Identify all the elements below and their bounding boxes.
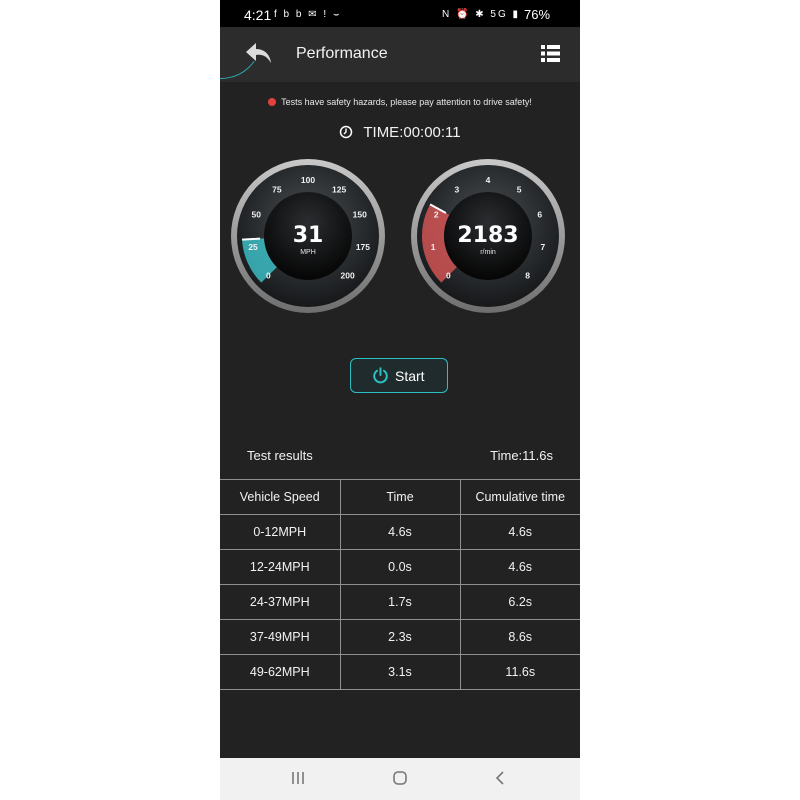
start-button[interactable]: Start bbox=[350, 358, 448, 393]
cell-cumulative: 4.6s bbox=[459, 514, 580, 550]
page-title: Performance bbox=[296, 45, 388, 62]
cell-time: 4.6s bbox=[339, 514, 461, 550]
back-arrow-icon bbox=[246, 43, 271, 63]
app-bar: Performance bbox=[220, 0, 580, 86]
results-title: Test results bbox=[247, 448, 313, 463]
table-row: 37-49MPH 2.3s 8.6s bbox=[220, 619, 580, 655]
cell-cumulative: 8.6s bbox=[459, 619, 580, 655]
cell-speed: 49-62MPH bbox=[220, 654, 341, 690]
cell-speed: 24-37MPH bbox=[220, 584, 341, 620]
cell-speed: 0-12MPH bbox=[220, 514, 341, 550]
cell-time: 0.0s bbox=[339, 549, 461, 585]
column-header-time: Time bbox=[339, 479, 461, 515]
cell-time: 1.7s bbox=[339, 584, 461, 620]
column-header-speed: Vehicle Speed bbox=[220, 479, 341, 515]
gauge-tick-label: 4 bbox=[486, 175, 491, 185]
notification-icons: f b b ✉ ! ⌣ bbox=[274, 9, 342, 20]
menu-button[interactable] bbox=[541, 44, 560, 63]
speed-gauge: 0 25 50 75 100 125 150 175 200 31 MPH bbox=[230, 158, 386, 314]
results-table: Vehicle Speed Time Cumulative time 0-12M… bbox=[220, 479, 580, 690]
gauge-dial: 0 25 50 75 100 125 150 175 200 31MPH bbox=[231, 159, 385, 313]
warning-text: Tests have safety hazards, please pay at… bbox=[281, 97, 532, 107]
timer-text: TIME:00:00:11 bbox=[363, 124, 461, 141]
table-row: 24-37MPH 1.7s 6.2s bbox=[220, 584, 580, 620]
gauge-needle bbox=[242, 237, 261, 241]
safety-warning: Tests have safety hazards, please pay at… bbox=[220, 97, 580, 107]
table-row: 49-62MPH 3.1s 11.6s bbox=[220, 654, 580, 690]
gauge-dial: 0 1 2 3 4 5 6 7 8 2183r/min bbox=[411, 159, 565, 313]
gauge-tick-label: 5 bbox=[517, 184, 522, 194]
battery-level: 76% bbox=[524, 7, 551, 22]
gauge-tick-label: 200 bbox=[341, 271, 355, 281]
gauge-value: 31 bbox=[293, 223, 324, 248]
start-label: Start bbox=[395, 368, 425, 384]
status-bar: 4:21 f b b ✉ ! ⌣ N ⏰ ✱ 5G ▮ 76% bbox=[220, 0, 580, 27]
system-nav-bar bbox=[220, 758, 580, 800]
gauge-tick-label: 125 bbox=[332, 184, 346, 194]
recent-apps-icon[interactable] bbox=[290, 769, 306, 787]
gauge-tick-label: 2 bbox=[434, 210, 439, 220]
results-total-time: Time:11.6s bbox=[490, 448, 553, 463]
gauge-tick-label: 150 bbox=[353, 210, 367, 220]
gauge-tick-label: 25 bbox=[248, 242, 258, 252]
table-row: 0-12MPH 4.6s 4.6s bbox=[220, 514, 580, 550]
cell-cumulative: 4.6s bbox=[459, 549, 580, 585]
table-row: 12-24MPH 0.0s 4.6s bbox=[220, 549, 580, 585]
gauge-tick-label: 50 bbox=[252, 210, 262, 220]
table-header-row: Vehicle Speed Time Cumulative time bbox=[220, 479, 580, 515]
timer: TIME:00:00:11 bbox=[220, 124, 580, 141]
gauge-tick-label: 3 bbox=[455, 184, 460, 194]
cell-time: 2.3s bbox=[339, 619, 461, 655]
clock-icon bbox=[340, 125, 353, 139]
cell-cumulative: 6.2s bbox=[459, 584, 580, 620]
power-icon bbox=[373, 367, 388, 384]
gauge-value: 2183 bbox=[457, 223, 518, 248]
gauge-tick-label: 0 bbox=[266, 271, 271, 281]
list-menu-icon bbox=[541, 45, 560, 62]
gauge-tick-label: 7 bbox=[541, 242, 546, 252]
gauge-tick-label: 100 bbox=[301, 175, 315, 185]
gauge-tick-label: 6 bbox=[537, 210, 542, 220]
phone-screen: 4:21 f b b ✉ ! ⌣ N ⏰ ✱ 5G ▮ 76% Performa… bbox=[220, 0, 580, 800]
gauge-tick-label: 1 bbox=[431, 242, 436, 252]
gauge-tick-label: 8 bbox=[525, 271, 530, 281]
home-icon[interactable] bbox=[391, 769, 409, 787]
gauge-tick-label: 75 bbox=[272, 184, 282, 194]
gauge-tick-label: 0 bbox=[446, 271, 451, 281]
system-icons: N ⏰ ✱ 5G ▮ bbox=[442, 9, 521, 20]
gauge-tick-label: 175 bbox=[356, 242, 370, 252]
rpm-gauge: 0 1 2 3 4 5 6 7 8 2183 r/min bbox=[410, 158, 566, 314]
cell-speed: 37-49MPH bbox=[220, 619, 341, 655]
back-button[interactable] bbox=[244, 40, 274, 68]
back-nav-icon[interactable] bbox=[492, 769, 508, 787]
warning-icon bbox=[268, 97, 277, 106]
cell-time: 3.1s bbox=[339, 654, 461, 690]
gauge-unit: r/min bbox=[480, 249, 496, 256]
gauge-unit: MPH bbox=[300, 249, 316, 256]
cell-speed: 12-24MPH bbox=[220, 549, 341, 585]
column-header-cumulative: Cumulative time bbox=[459, 479, 580, 515]
cell-cumulative: 11.6s bbox=[459, 654, 580, 690]
